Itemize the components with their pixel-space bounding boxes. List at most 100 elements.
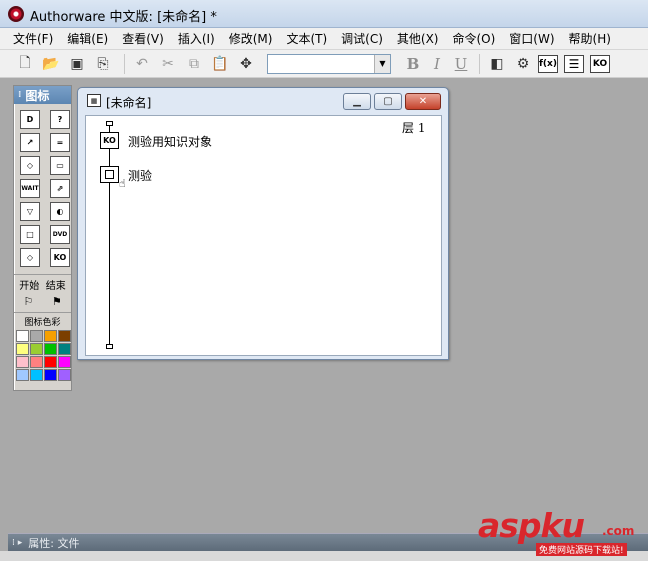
color-swatch[interactable] — [44, 343, 57, 355]
authorware-logo-icon[interactable] — [8, 6, 24, 22]
menu-other[interactable]: 其他(X) — [390, 29, 446, 49]
functions-button[interactable]: f(x) — [538, 54, 558, 73]
underline-button[interactable]: U — [449, 55, 473, 73]
color-swatch[interactable] — [16, 343, 29, 355]
color-swatch[interactable] — [16, 369, 29, 381]
paste-icon[interactable]: 📋 — [209, 53, 231, 75]
flowline-window: ▦ [未命名] ▁ ▢ ✕ 层 1 KO 测验用知识对象 ☝ 测验 — [77, 87, 449, 360]
variables-button-icon[interactable]: ☰ — [564, 54, 584, 73]
save-all-icon[interactable]: ▣ — [66, 53, 88, 75]
icon-palette-header[interactable]: ⁞ 图标 — [14, 86, 71, 104]
flow-node-label[interactable]: 测验 — [128, 167, 152, 184]
hand-cursor-icon: ☝ — [119, 177, 126, 190]
layer-indicator: 层 1 — [402, 121, 426, 135]
knowledge-object-icon[interactable]: KO — [100, 132, 119, 149]
italic-button[interactable]: I — [425, 55, 449, 73]
color-swatch[interactable] — [58, 330, 71, 342]
icon-palette-title: 图标 — [25, 88, 50, 103]
flowline-start-marker — [106, 121, 113, 126]
map-icon[interactable] — [100, 166, 119, 183]
run-icon[interactable]: ◧ — [486, 53, 508, 75]
motion-icon[interactable]: ↗ — [20, 133, 40, 152]
decision-icon[interactable]: ▽ — [20, 202, 40, 221]
start-flag-label: 开始 — [19, 281, 40, 292]
flowline-window-icon: ▦ — [87, 94, 101, 107]
icon-palette-grid: D? ↗ = ◇ ▭ WAIT ⇗ ▽ ◐ □ DVD ◇ KO — [14, 104, 71, 267]
map-icon[interactable]: □ — [20, 225, 40, 244]
find-icon[interactable]: ✥ — [235, 53, 257, 75]
title-bar: Authorware 中文版: [未命名] * — [0, 0, 648, 28]
flow-node-label[interactable]: 测验用知识对象 — [128, 133, 212, 150]
menu-debug[interactable]: 调试(C) — [334, 29, 390, 49]
interaction-icon[interactable]: ? — [50, 110, 70, 129]
watermark-suffix: .com — [602, 524, 635, 538]
new-file-icon[interactable]: 🗋 — [14, 53, 36, 75]
properties-label: 属性: 文件 — [28, 536, 80, 550]
copy-icon[interactable]: ⧉ — [183, 53, 205, 75]
color-swatch[interactable] — [58, 369, 71, 381]
wait-icon[interactable]: WAIT — [20, 179, 40, 198]
framework-icon[interactable]: ◇ — [20, 248, 40, 267]
color-swatch[interactable] — [44, 369, 57, 381]
knowledge-objects-button[interactable]: KO — [590, 54, 610, 73]
color-swatch[interactable] — [30, 356, 43, 368]
map-icon-inner — [105, 170, 114, 179]
navigate-icon[interactable]: ⇗ — [50, 179, 70, 198]
import-icon[interactable]: ⎘ — [92, 53, 114, 75]
flowline-window-title: [未命名] — [106, 96, 152, 110]
color-swatch[interactable] — [58, 356, 71, 368]
color-swatch[interactable] — [58, 343, 71, 355]
start-flag-icon[interactable]: ⚐ — [23, 295, 33, 308]
watermark-main: aspku — [478, 506, 585, 545]
flag-labels: 开始 结束 — [14, 274, 71, 292]
icon-palette: ⁞ 图标 D? ↗ = ◇ ▭ WAIT ⇗ ▽ ◐ □ DVD ◇ KO 开始 结束 ⚐ ⚑ 图标色彩 — [13, 85, 72, 391]
open-folder-icon[interactable]: 📂 — [40, 53, 62, 75]
menu-modify[interactable]: 修改(M) — [222, 29, 280, 49]
menu-file[interactable]: 文件(F) — [6, 29, 60, 49]
erase-icon[interactable]: ◇ — [20, 156, 40, 175]
menu-edit[interactable]: 编辑(E) — [60, 29, 115, 49]
font-style-combo[interactable]: ▼ — [267, 53, 391, 74]
flowline-window-titlebar[interactable]: ▦ [未命名] ▁ ▢ ✕ — [78, 88, 448, 114]
flowline-canvas[interactable]: 层 1 KO 测验用知识对象 ☝ 测验 — [85, 115, 442, 356]
close-button[interactable]: ✕ — [405, 93, 441, 110]
cut-icon[interactable]: ✂ — [157, 53, 179, 75]
color-swatch[interactable] — [44, 330, 57, 342]
color-swatch[interactable] — [30, 343, 43, 355]
color-swatch[interactable] — [16, 330, 29, 342]
maximize-button[interactable]: ▢ — [374, 93, 402, 110]
flowline-end-marker — [106, 344, 113, 349]
menu-help[interactable]: 帮助(H) — [562, 29, 618, 49]
menu-window[interactable]: 窗口(W) — [502, 29, 561, 49]
toolbar-separator — [124, 53, 125, 74]
color-swatch[interactable] — [30, 369, 43, 381]
display-icon[interactable]: D — [20, 110, 40, 129]
calc-icon[interactable]: = — [50, 133, 70, 152]
toolbar: 🗋 📂 ▣ ⎘ ↶ ✂ ⧉ 📋 ✥ ▼ B I U ◧ ⚙ f(x) ☰ KO — [0, 50, 648, 78]
end-flag-label: 结束 — [45, 281, 66, 292]
grip-icon[interactable]: ⁞ — [18, 90, 21, 100]
bold-button[interactable]: B — [401, 55, 425, 73]
expand-arrow-icon[interactable]: ⁞ ▸ — [12, 538, 22, 548]
flag-row: ⚐ ⚑ — [14, 295, 71, 308]
menu-text[interactable]: 文本(T) — [279, 29, 334, 49]
control-panel-icon[interactable]: ⚙ — [512, 53, 534, 75]
watermark-tagline: 免费网站源码下载站! — [536, 543, 627, 556]
color-swatch[interactable] — [30, 330, 43, 342]
end-flag-icon[interactable]: ⚑ — [52, 295, 62, 308]
menu-insert[interactable]: 插入(I) — [171, 29, 222, 49]
knowledge-object-icon[interactable]: KO — [50, 248, 70, 267]
undo-icon[interactable]: ↶ — [131, 53, 153, 75]
icon-color-swatches — [14, 328, 71, 381]
minimize-button[interactable]: ▁ — [343, 93, 371, 110]
dvd-icon[interactable]: DVD — [50, 225, 70, 244]
icon-color-label: 图标色彩 — [14, 312, 71, 328]
menu-view[interactable]: 查看(V) — [115, 29, 171, 49]
video-icon[interactable]: ▭ — [50, 156, 70, 175]
sound-icon[interactable]: ◐ — [50, 202, 70, 221]
color-swatch[interactable] — [16, 356, 29, 368]
main-flowline — [109, 124, 110, 347]
chevron-down-icon[interactable]: ▼ — [374, 54, 390, 73]
menu-commands[interactable]: 命令(O) — [445, 29, 502, 49]
color-swatch[interactable] — [44, 356, 57, 368]
